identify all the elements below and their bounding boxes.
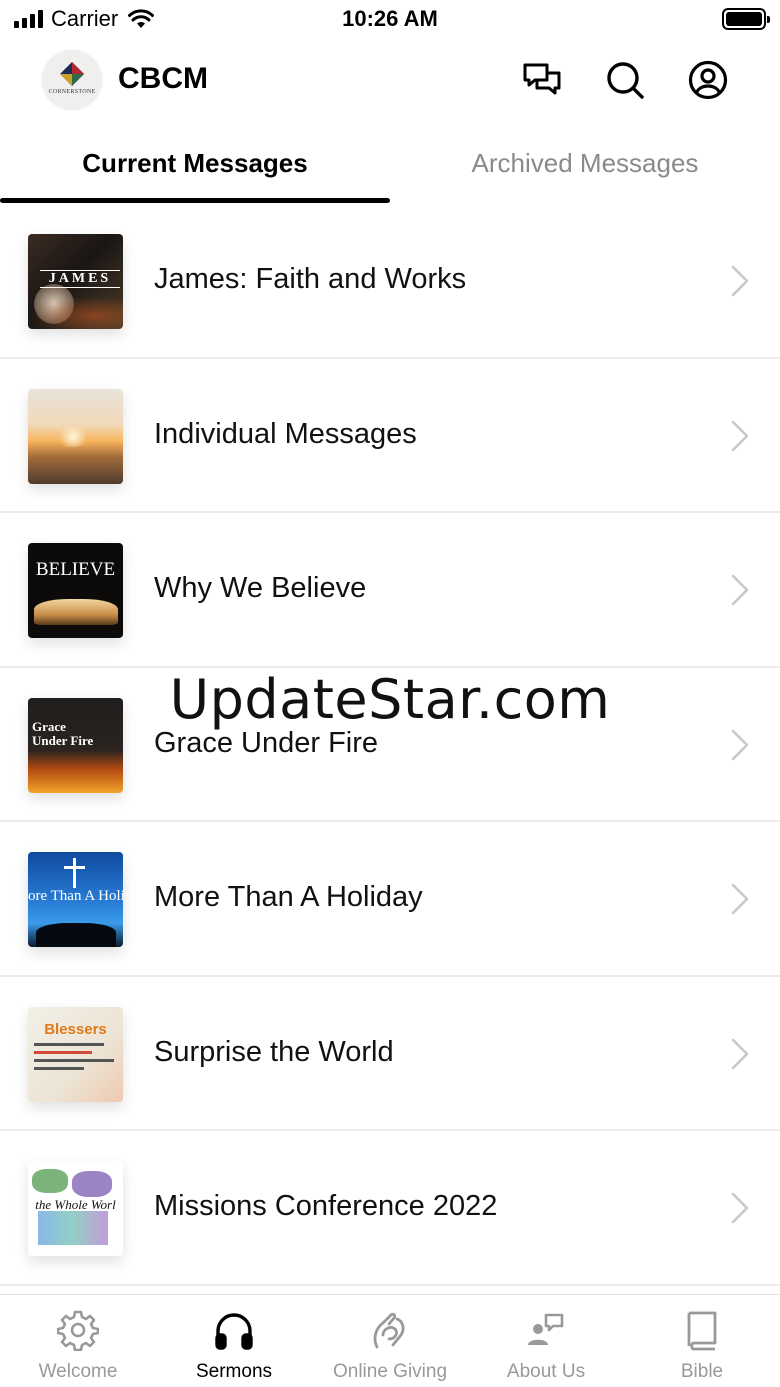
tab-label: Bible	[680, 1361, 724, 1382]
tab-welcome[interactable]: Welcome	[0, 1309, 156, 1383]
message-title: Missions Conference 2022	[154, 1190, 498, 1222]
list-item[interactable]: the Whole Worl Missions Conference 2022	[0, 1131, 780, 1286]
tab-indicator	[0, 198, 390, 203]
status-time: 10:26 AM	[342, 6, 438, 31]
message-title: Individual Messages	[154, 417, 417, 450]
thumb-text: JAMES	[40, 270, 120, 288]
tab-label: Welcome	[38, 1361, 118, 1382]
chevron-right-icon	[731, 1038, 749, 1069]
series-thumbnail	[28, 388, 123, 484]
message-title: More Than A Holiday	[154, 881, 423, 913]
tab-current-messages[interactable]: Current Messages	[0, 128, 390, 204]
bottom-tab-bar: Welcome Sermons Online Giving About Us B…	[0, 1294, 780, 1387]
series-thumbnail: JAMES	[28, 234, 123, 329]
tab-archived-messages[interactable]: Archived Messages	[390, 128, 780, 204]
tab-bible[interactable]: Bible	[624, 1309, 780, 1383]
series-thumbnail: ore Than A Holid	[28, 852, 123, 947]
list-item[interactable]: JAMES James: Faith and Works	[0, 204, 780, 359]
app-title: CBCM	[118, 62, 208, 95]
message-tabs: Current Messages Archived Messages	[0, 128, 780, 204]
tab-label: Online Giving	[332, 1361, 448, 1382]
chevron-right-icon	[731, 420, 749, 451]
chat-icon[interactable]	[522, 60, 562, 100]
chevron-right-icon	[731, 883, 749, 915]
message-title: Grace Under Fire	[154, 726, 379, 759]
thumb-text: BELIEVE	[35, 559, 116, 580]
tab-online-giving[interactable]: Online Giving	[312, 1309, 468, 1383]
chevron-right-icon	[731, 729, 749, 760]
list-item[interactable]: Individual Messages	[0, 359, 780, 513]
people-icon	[528, 1313, 564, 1345]
chevron-right-icon	[731, 1192, 749, 1224]
battery-icon	[722, 8, 770, 30]
profile-icon[interactable]	[688, 60, 728, 100]
list-item[interactable]: Blessers Surprise the World	[0, 977, 780, 1131]
message-title: Why We Believe	[154, 572, 367, 604]
tab-sermons[interactable]: Sermons	[156, 1309, 312, 1383]
gear-icon	[57, 1310, 99, 1351]
logo-text: CORNERSTONE	[48, 89, 96, 95]
list-item[interactable]: ore Than A Holid More Than A Holiday	[0, 822, 780, 977]
watermark: UpdateStar.com	[169, 668, 611, 731]
giving-icon	[373, 1312, 405, 1349]
search-icon[interactable]	[605, 60, 645, 100]
thumb-text: ore Than A Holid	[28, 888, 123, 904]
message-title: Surprise the World	[154, 1035, 394, 1068]
app-header: CORNERSTONE CBCM	[0, 48, 780, 112]
book-icon	[687, 1311, 717, 1351]
message-list: JAMES James: Faith and Works Individual …	[0, 204, 780, 1286]
series-thumbnail: Blessers	[28, 1006, 123, 1102]
thumb-text: the Whole Worl	[35, 1197, 116, 1212]
series-thumbnail: BELIEVE	[28, 543, 123, 638]
status-bar: Carrier 10:26 AM	[0, 0, 780, 40]
logo-diamond-icon	[60, 62, 84, 86]
chevron-right-icon	[731, 574, 749, 606]
series-thumbnail: the Whole Worl	[28, 1161, 123, 1256]
list-item[interactable]: BELIEVE Why We Believe	[0, 513, 780, 668]
chevron-right-icon	[731, 265, 749, 297]
tab-label: About Us	[506, 1361, 586, 1382]
message-title: James: Faith and Works	[154, 263, 467, 295]
headphones-icon	[215, 1313, 253, 1350]
tab-label: Sermons	[195, 1361, 273, 1382]
tab-about-us[interactable]: About Us	[468, 1309, 624, 1383]
thumb-text: Blessers	[44, 1020, 107, 1038]
church-logo[interactable]: CORNERSTONE	[42, 50, 102, 110]
